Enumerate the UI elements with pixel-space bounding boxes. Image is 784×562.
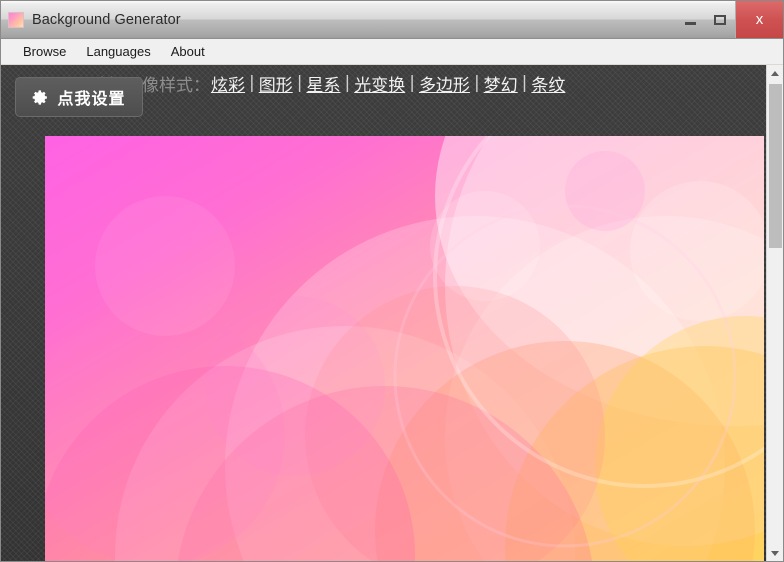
style-separator-6: |: [519, 73, 531, 93]
chevron-up-icon: [771, 71, 779, 76]
style-link-guangbianhuan[interactable]: 光变换: [353, 71, 406, 96]
style-link-xingxi[interactable]: 星系: [305, 71, 341, 96]
minimize-icon: [685, 22, 696, 25]
scroll-down-button[interactable]: [767, 545, 783, 562]
style-link-tuxing[interactable]: 图形: [258, 71, 294, 96]
vertical-scrollbar[interactable]: [766, 65, 783, 562]
generated-background-image[interactable]: [45, 136, 764, 562]
menu-item-languages[interactable]: Languages: [76, 42, 160, 61]
close-icon: x: [756, 11, 764, 28]
menu-item-browse[interactable]: Browse: [13, 42, 76, 61]
minimize-button[interactable]: [675, 1, 705, 38]
menu-bar: Browse Languages About: [1, 39, 783, 65]
style-separator-4: |: [406, 73, 418, 93]
window-title: Background Generator: [32, 12, 181, 28]
menu-item-about[interactable]: About: [161, 42, 215, 61]
app-window: Background Generator x Browse Languages …: [0, 0, 784, 562]
app-icon: [8, 12, 24, 28]
style-separator-3: |: [341, 73, 353, 93]
settings-button-label: 点我设置: [57, 85, 125, 109]
settings-button[interactable]: 点我设置: [15, 77, 143, 117]
close-button[interactable]: x: [735, 1, 783, 38]
maximize-button[interactable]: [705, 1, 735, 38]
style-link-xuancai[interactable]: 炫彩: [210, 71, 246, 96]
scrollbar-thumb[interactable]: [769, 84, 782, 248]
gear-icon: [32, 89, 49, 106]
style-link-duobianxing[interactable]: 多边形: [418, 71, 471, 96]
style-link-tiaowen[interactable]: 条纹: [530, 71, 566, 96]
style-separator-5: |: [471, 73, 483, 93]
scroll-up-button[interactable]: [767, 65, 783, 82]
title-bar: Background Generator x: [1, 1, 783, 39]
style-separator-2: |: [294, 73, 306, 93]
background-art: [45, 136, 764, 562]
content-area: 选择图像样式： 炫彩 | 图形 | 星系 | 光变换 | 多边形 | 梦幻 | …: [1, 65, 783, 562]
style-separator-1: |: [246, 73, 258, 93]
maximize-icon: [714, 15, 726, 25]
window-controls: x: [675, 1, 783, 38]
chevron-down-icon: [771, 551, 779, 556]
style-link-menghuan[interactable]: 梦幻: [483, 71, 519, 96]
